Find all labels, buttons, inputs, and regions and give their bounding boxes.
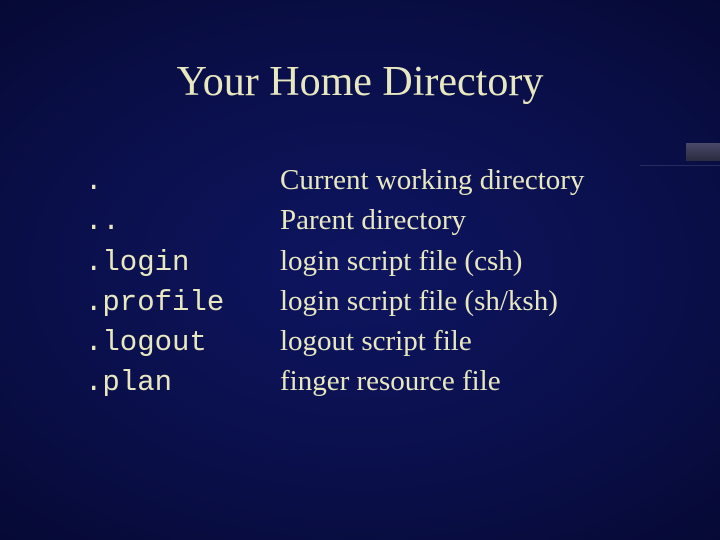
table-row: .plan finger resource file <box>85 363 660 401</box>
slide-edge-decoration <box>640 165 720 166</box>
file-name: .. <box>85 204 280 240</box>
slide-edge-decoration <box>686 143 720 161</box>
table-row: .login login script file (csh) <box>85 243 660 281</box>
file-name: .login <box>85 245 280 281</box>
table-row: .profile login script file (sh/ksh) <box>85 283 660 321</box>
table-row: .. Parent directory <box>85 202 660 240</box>
file-name: .profile <box>85 285 280 321</box>
file-description: login script file (csh) <box>280 243 522 279</box>
directory-table: . Current working directory .. Parent di… <box>85 162 660 404</box>
table-row: . Current working directory <box>85 162 660 200</box>
file-description: login script file (sh/ksh) <box>280 283 558 319</box>
file-description: Parent directory <box>280 202 466 238</box>
slide-title: Your Home Directory <box>0 58 720 106</box>
file-description: Current working directory <box>280 162 584 198</box>
file-description: finger resource file <box>280 363 501 399</box>
table-row: .logout logout script file <box>85 323 660 361</box>
file-name: .logout <box>85 325 280 361</box>
file-name: . <box>85 164 280 200</box>
file-name: .plan <box>85 365 280 401</box>
file-description: logout script file <box>280 323 472 359</box>
